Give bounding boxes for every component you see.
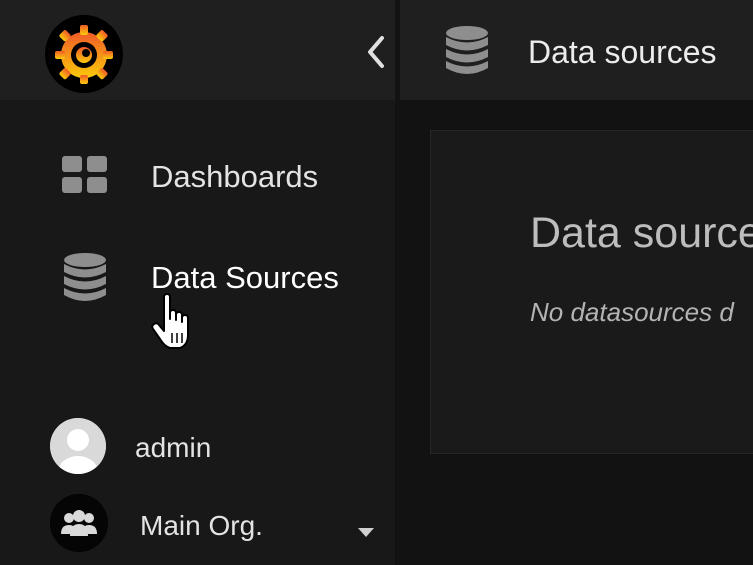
grid-icon (62, 156, 108, 199)
main-panel: Data source No datasources d (430, 130, 753, 454)
sidebar-item-dashboards[interactable]: Dashboards (0, 141, 395, 211)
chevron-left-icon (368, 36, 384, 68)
empty-state-message: No datasources d (530, 297, 734, 327)
user-avatar-icon (50, 418, 106, 474)
panel-title: Data source (530, 209, 753, 257)
org-name: Main Org. (140, 510, 263, 541)
user-profile-link[interactable]: admin (0, 412, 395, 482)
collapse-sidebar-button[interactable] (362, 33, 390, 71)
sidebar-item-label: Data Sources (151, 260, 339, 295)
caret-down-icon[interactable] (358, 524, 374, 537)
users-group-icon (50, 494, 108, 552)
org-switcher[interactable]: Main Org. (0, 488, 395, 558)
sidebar-header (0, 0, 395, 100)
user-name: admin (135, 432, 212, 463)
grafana-logo-icon[interactable] (45, 15, 123, 93)
sidebar: Dashboards Data Sources admin Main Org. (0, 0, 395, 565)
page-title: Data sources (528, 34, 717, 70)
page-header: Data sources (400, 0, 753, 100)
database-icon (63, 253, 107, 308)
database-icon (445, 26, 489, 81)
sidebar-item-label: Dashboards (151, 159, 319, 194)
hand-cursor-icon (150, 293, 198, 351)
